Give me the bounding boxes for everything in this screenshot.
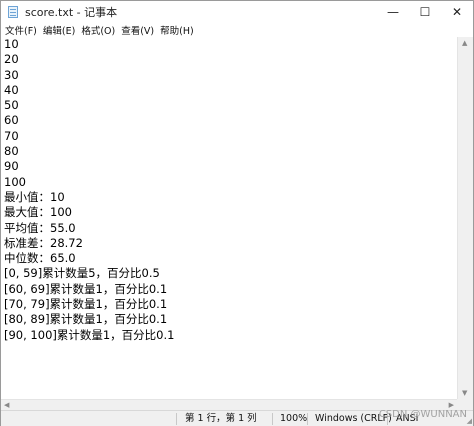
text-line: 中位数：65.0 <box>4 251 76 266</box>
menu-edit[interactable]: 编辑(E) <box>40 23 78 37</box>
status-divider <box>307 413 308 425</box>
text-line: [70, 79]累计数量1，百分比0.1 <box>4 297 168 312</box>
scroll-left-icon[interactable]: ◀ <box>4 401 9 409</box>
minimize-button[interactable]: — <box>377 1 409 22</box>
status-divider <box>176 413 177 425</box>
text-line: [60, 69]累计数量1，百分比0.1 <box>4 281 168 296</box>
status-divider <box>272 413 273 425</box>
menu-file[interactable]: 文件(F) <box>1 23 40 37</box>
menu-bar: 文件(F) 编辑(E) 格式(O) 查看(V) 帮助(H) <box>1 22 473 37</box>
scroll-down-icon[interactable]: ▼ <box>462 389 467 397</box>
text-line: 10 <box>4 37 19 51</box>
scroll-up-icon[interactable]: ▲ <box>462 39 467 47</box>
scroll-right-icon[interactable]: ▶ <box>449 401 454 409</box>
text-line: 40 <box>4 82 19 97</box>
text-line: 50 <box>4 98 19 113</box>
text-line: 标准差：28.72 <box>4 235 83 250</box>
maximize-button[interactable]: ☐ <box>409 1 441 22</box>
text-line: 80 <box>4 144 19 159</box>
notepad-window: score.txt - 记事本 — ☐ ✕ 文件(F) 编辑(E) 格式(O) … <box>0 0 474 426</box>
title-bar[interactable]: score.txt - 记事本 — ☐ ✕ <box>1 1 473 22</box>
cursor-position: 第 1 行，第 1 列 <box>185 413 257 424</box>
text-line: 平均值：55.0 <box>4 220 76 235</box>
text-editor-area[interactable]: 10 20 30 40 50 60 70 80 90 100 最小值：10 最大值：100 平均值：55… <box>1 37 456 399</box>
vertical-scrollbar[interactable]: ▲ ▼ <box>457 37 473 399</box>
text-line: 最大值：100 <box>4 205 72 220</box>
text-line: 90 <box>4 159 19 174</box>
zoom-level: 100% <box>280 413 308 424</box>
resize-grip-icon[interactable]: ◢ <box>467 417 472 425</box>
watermark: CSDN @WUNNAN <box>378 409 467 420</box>
text-line: 20 <box>4 52 19 67</box>
window-controls: — ☐ ✕ <box>377 1 473 22</box>
window-title: score.txt - 记事本 <box>25 5 118 19</box>
text-line: [0, 59]累计数量5，百分比0.5 <box>4 266 160 281</box>
text-line: 100 <box>4 174 26 189</box>
menu-format[interactable]: 格式(O) <box>78 23 118 37</box>
menu-view[interactable]: 查看(V) <box>118 23 157 37</box>
close-button[interactable]: ✕ <box>441 1 473 22</box>
text-line: 70 <box>4 128 19 143</box>
menu-help[interactable]: 帮助(H) <box>157 23 197 37</box>
text-line: 30 <box>4 67 19 82</box>
notepad-icon <box>6 5 20 19</box>
text-line: 最小值：10 <box>4 189 65 204</box>
text-line: [80, 89]累计数量1，百分比0.1 <box>4 312 168 327</box>
text-line: 60 <box>4 113 19 128</box>
text-line: [90, 100]累计数量1，百分比0.1 <box>4 327 175 342</box>
